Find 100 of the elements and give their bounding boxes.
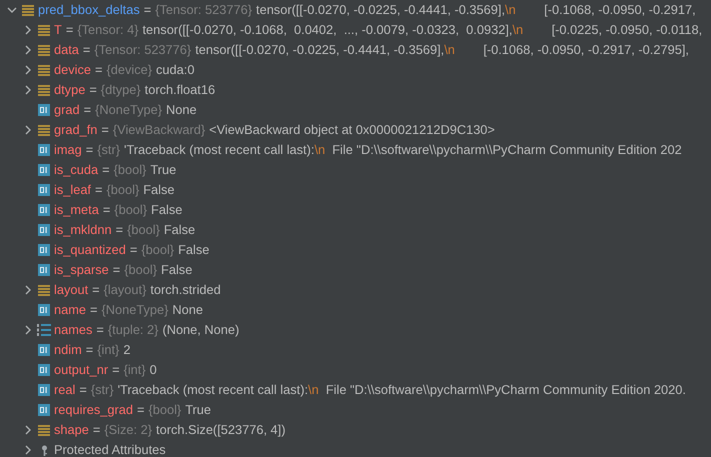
type-label: {NoneType} [102,301,168,320]
list-icon [38,64,50,76]
variable-value: (None, None) [162,321,240,340]
expand-chevron-icon[interactable] [25,285,31,295]
expand-chevron-icon[interactable] [25,445,31,455]
list-icon [38,84,50,96]
expand-chevron-icon[interactable] [25,125,31,135]
variable-value: tensor([[-0.0270, -0.0225, -0.4441, -0.3569], [256,1,506,20]
equals-sign: = [136,401,144,420]
expand-chevron-icon[interactable] [25,25,31,35]
equals-sign: = [92,281,100,300]
list-icon [38,124,50,136]
escape-sequence: \n [444,41,455,60]
value-icon [38,384,50,396]
equals-sign: = [96,321,104,340]
value-icon [38,184,50,196]
equals-sign: = [130,241,138,260]
expand-chevron-icon[interactable] [25,85,31,95]
type-label: {Size: 2} [104,421,152,440]
type-label: {bool} [106,181,140,200]
variable-value: torch.Size([523776, 4]) [156,421,286,440]
variable-name: grad_fn [54,121,98,140]
type-label: {str} [97,141,120,160]
value-icon [38,144,50,156]
variable-name: is_quantized [54,241,126,260]
expand-chevron-icon[interactable] [25,425,31,435]
list-icon [38,284,50,296]
list-icon [38,424,50,436]
variable-value: None [172,301,203,320]
equals-sign: = [116,221,124,240]
variable-value: True [185,401,212,420]
variable-value: None [166,101,197,120]
variable-name: T [54,21,62,40]
type-label: {int} [124,361,146,380]
equals-sign: = [101,121,109,140]
variable-value: False [143,181,175,200]
variable-name: is_cuda [54,161,98,180]
variable-value: torch.strided [150,281,221,300]
expand-chevron-icon[interactable] [25,325,31,335]
variable-name: name [54,301,86,320]
collapse-chevron-icon[interactable] [7,7,17,13]
type-label: {str} [90,381,114,400]
value-icon [38,244,50,256]
variable-name: grad [54,101,80,120]
equals-sign: = [112,361,120,380]
value-icon [38,164,50,176]
escape-sequence: \n [512,21,524,40]
variable-value: False [161,261,192,280]
expand-chevron-icon[interactable] [25,65,31,75]
type-label: {dtype} [100,81,141,100]
variable-name: layout [54,281,88,300]
variable-name: is_mkldnn [54,221,112,240]
list-icon [38,44,50,56]
type-label: {bool} [148,401,182,420]
variable-value: File "D:\\software\\pycharm\\PyCharm Community Edition 2020. [324,381,686,400]
type-label: {tuple: 2} [108,321,158,340]
equals-sign: = [90,301,98,320]
equals-sign: = [112,261,120,280]
equals-sign: = [86,141,94,160]
variable-value: [-0.1068, -0.0950, -0.2917, -0.2795], [482,41,689,60]
equals-sign: = [89,81,97,100]
type-label: {bool} [124,261,158,280]
variable-name: data [54,41,79,60]
equals-sign: = [144,1,152,20]
value-icon [38,204,50,216]
variable-value: tensor([[-0.0270, -0.0225, -0.4441, -0.3569], [195,41,444,60]
type-label: {bool} [141,241,174,260]
variable-name: device [54,61,91,80]
variable-name: shape [54,421,89,440]
equals-sign: = [86,341,94,360]
value-icon [38,364,50,376]
equals-sign: = [92,421,100,440]
variable-name: real [54,381,76,400]
variable-value: 'Traceback (most recent call last): [124,141,314,160]
variable-value: cuda:0 [156,61,194,80]
type-label: {bool} [114,201,148,220]
variable-name: names [54,321,92,340]
variable-name: requires_grad [54,401,133,420]
escape-sequence: \n [308,381,319,400]
variable-name: dtype [54,81,86,100]
variable-name: output_nr [54,361,108,380]
equals-sign: = [84,101,92,120]
variable-value: True [150,161,176,180]
equals-sign: = [95,61,102,80]
variable-name[interactable]: Protected Attributes [54,440,166,457]
equals-sign: = [102,161,110,180]
value-icon [38,304,50,316]
variable-value: 'Traceback (most recent call last): [118,381,308,400]
type-label: {layout} [104,281,146,300]
variable-name: is_meta [54,201,99,220]
value-icon [38,344,50,356]
list-icon [22,4,34,16]
variable-name: is_leaf [54,181,91,200]
key-icon [40,444,48,456]
expand-chevron-icon[interactable] [25,45,31,55]
type-label: {int} [97,341,120,360]
variable-value: False [164,221,196,240]
variable-name: imag [54,141,82,160]
equals-sign: = [66,21,74,40]
type-label: {Tensor: 4} [77,21,138,40]
